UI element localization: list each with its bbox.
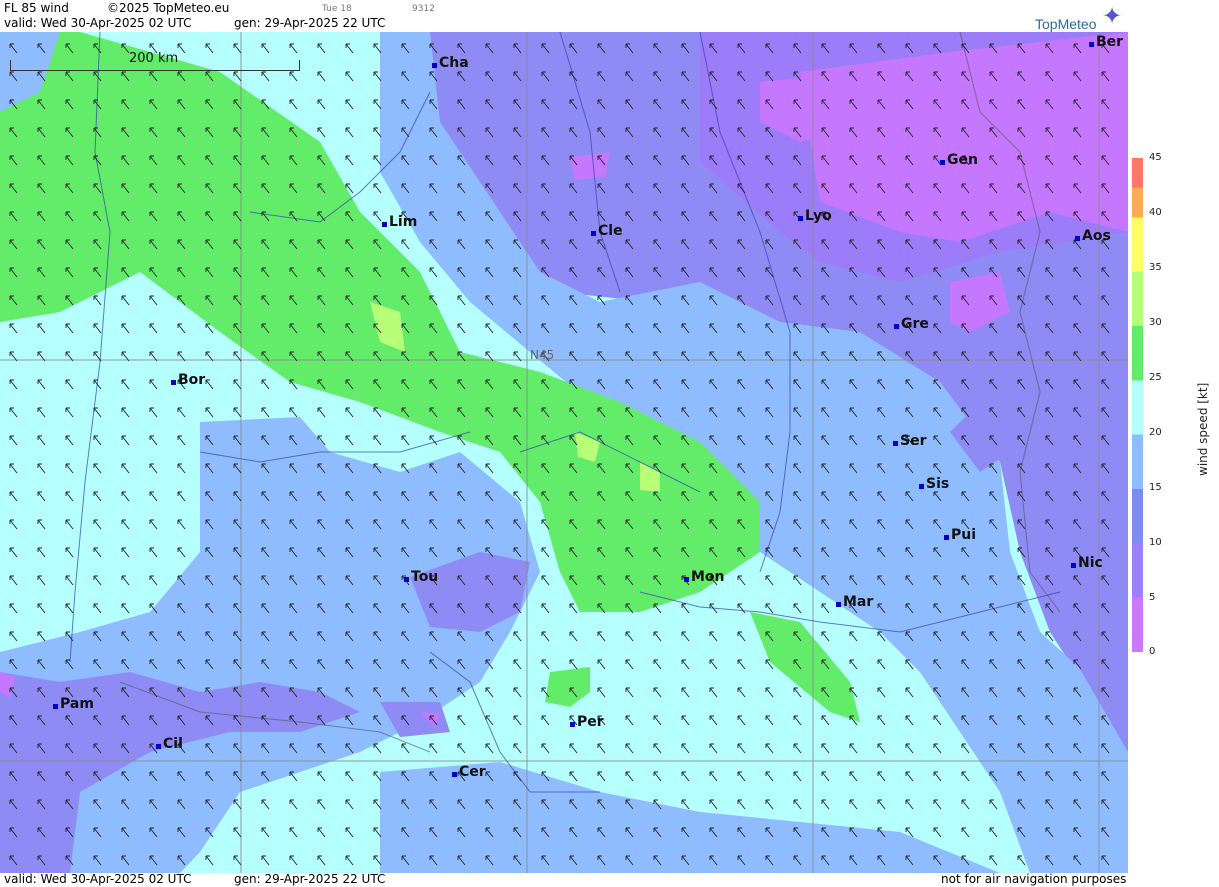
city-dot-icon: [404, 577, 409, 582]
brand-logo: TopMeteo: [1035, 16, 1097, 32]
city-marker[interactable]: Pui: [944, 527, 976, 543]
legend-tick: 30: [1149, 317, 1162, 328]
generated-time: gen: 29-Apr-2025 22 UTC: [234, 16, 386, 30]
legend-tick: 5: [1149, 592, 1156, 603]
scale-label: 200 km: [129, 51, 179, 66]
city-dot-icon: [53, 704, 58, 709]
legend-tick: 15: [1149, 482, 1162, 493]
legend-tick: 35: [1149, 262, 1162, 273]
map-header: FL 85 wind ©2025 TopMeteo.eu Tue 18 9312…: [0, 0, 1128, 32]
legend-tick: 20: [1149, 427, 1162, 438]
latitude-label: N45: [530, 348, 555, 362]
copyright: ©2025 TopMeteo.eu: [107, 1, 230, 15]
city-dot-icon: [591, 231, 596, 236]
city-dot-icon: [684, 577, 689, 582]
city-marker[interactable]: Nic: [1071, 555, 1103, 571]
legend-tick: 45: [1149, 152, 1162, 163]
city-dot-icon: [1071, 563, 1076, 568]
city-marker[interactable]: Ber: [1089, 34, 1123, 50]
city-dot-icon: [940, 160, 945, 165]
city-marker[interactable]: Gre: [894, 316, 929, 332]
wind-speed-legend-bar: [1132, 158, 1143, 652]
city-marker[interactable]: Lyo: [798, 208, 832, 224]
compass-star-icon: ✦: [1102, 2, 1123, 30]
wind-map[interactable]: 200 km N45 Cha Ber Gen Lim Cle Lyo Aos G…: [0, 32, 1128, 873]
city-dot-icon: [432, 63, 437, 68]
city-dot-icon: [1089, 42, 1094, 47]
city-marker[interactable]: Cer: [452, 764, 486, 780]
city-marker[interactable]: Lim: [382, 214, 417, 230]
disclaimer: not for air navigation purposes: [941, 872, 1127, 886]
legend-tick: 10: [1149, 537, 1162, 548]
city-marker[interactable]: Pam: [53, 696, 94, 712]
city-dot-icon: [836, 602, 841, 607]
city-marker[interactable]: Cil: [156, 736, 183, 752]
city-dot-icon: [798, 216, 803, 221]
city-marker[interactable]: Cle: [591, 223, 623, 239]
city-dot-icon: [894, 324, 899, 329]
city-marker[interactable]: Cha: [432, 55, 469, 71]
city-marker[interactable]: Mon: [684, 569, 725, 585]
city-marker[interactable]: Sis: [919, 476, 949, 492]
city-dot-icon: [382, 222, 387, 227]
city-marker[interactable]: Per: [570, 714, 604, 730]
footer-generated-time: gen: 29-Apr-2025 22 UTC: [234, 872, 386, 886]
city-dot-icon: [570, 722, 575, 727]
legend-tick: 40: [1149, 207, 1162, 218]
legend-title: wind speed [kt]: [1196, 382, 1210, 476]
weekday-label: Tue 18: [322, 4, 352, 14]
legend-tick: 25: [1149, 372, 1162, 383]
footer-valid-time: valid: Wed 30-Apr-2025 02 UTC: [4, 872, 192, 886]
city-dot-icon: [452, 772, 457, 777]
code-label: 9312: [412, 4, 435, 14]
city-marker[interactable]: Tou: [404, 569, 438, 585]
city-dot-icon: [944, 535, 949, 540]
city-marker[interactable]: Gen: [940, 152, 978, 168]
city-dot-icon: [171, 380, 176, 385]
city-marker[interactable]: Aos: [1075, 228, 1111, 244]
city-dot-icon: [156, 744, 161, 749]
valid-time: valid: Wed 30-Apr-2025 02 UTC: [4, 16, 192, 30]
city-marker[interactable]: Ser: [893, 433, 926, 449]
legend-tick: 0: [1149, 646, 1156, 657]
map-footer: valid: Wed 30-Apr-2025 02 UTC gen: 29-Ap…: [0, 872, 1128, 887]
product-title: FL 85 wind: [4, 1, 69, 15]
city-dot-icon: [893, 441, 898, 446]
city-dot-icon: [1075, 236, 1080, 241]
city-marker[interactable]: Bor: [171, 372, 205, 388]
city-marker[interactable]: Mar: [836, 594, 873, 610]
city-dot-icon: [919, 484, 924, 489]
